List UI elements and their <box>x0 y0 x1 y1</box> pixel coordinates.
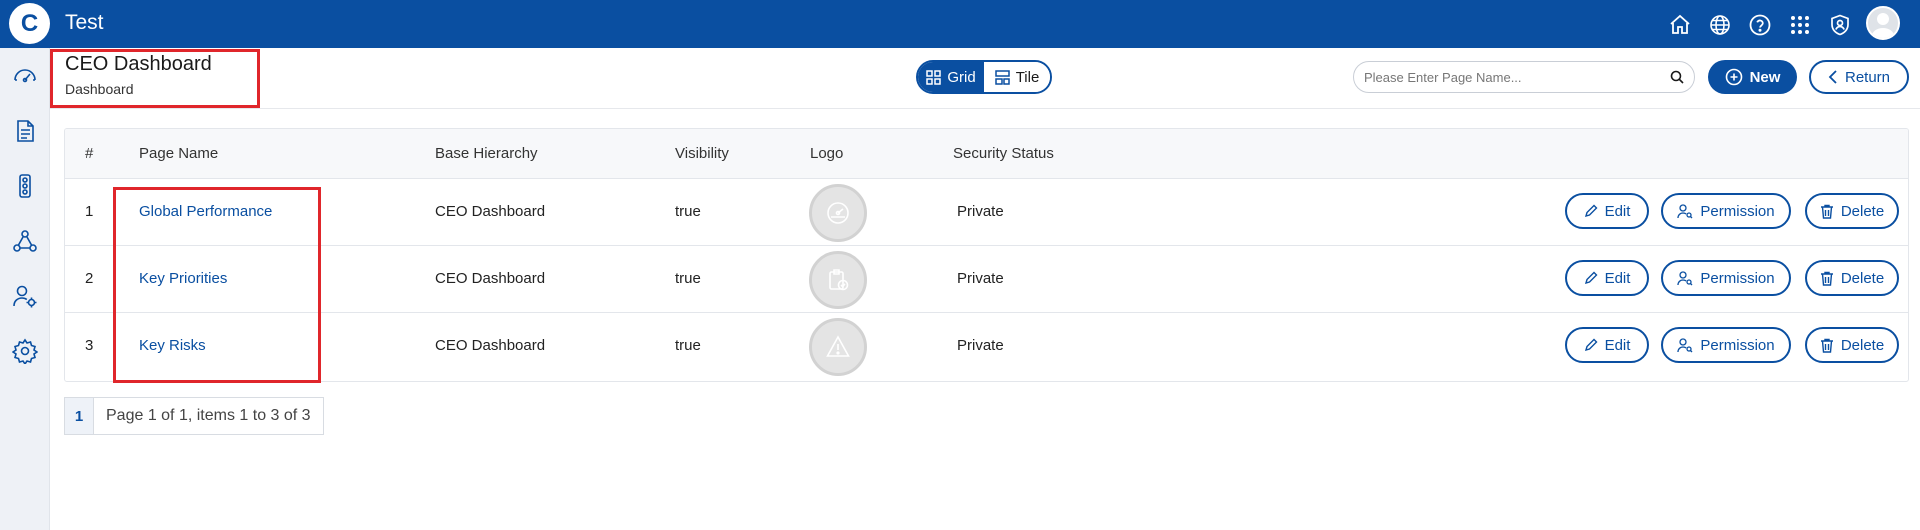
visibility-value: true <box>675 337 701 354</box>
traffic-light-icon[interactable] <box>12 173 38 199</box>
edit-button-label: Edit <box>1604 202 1631 220</box>
new-button[interactable]: New <box>1708 60 1797 94</box>
permission-button-label: Permission <box>1700 269 1775 287</box>
visibility-value: true <box>675 203 701 220</box>
pagination-info: Page 1 of 1, items 1 to 3 of 3 <box>94 397 324 435</box>
delete-button[interactable]: Delete <box>1805 193 1899 229</box>
pencil-icon <box>1584 271 1598 285</box>
return-button-label: Return <box>1844 68 1891 86</box>
column-header-visibility[interactable]: Visibility <box>675 145 729 162</box>
warning-triangle-logo-icon <box>809 318 867 376</box>
sidebar <box>0 48 50 530</box>
table-header: # Page Name Base Hierarchy Visibility Lo… <box>65 129 1908 179</box>
apps-grid-icon[interactable] <box>1786 11 1814 39</box>
dashboard-gauge-icon[interactable] <box>12 62 38 88</box>
user-key-icon <box>1677 271 1693 286</box>
page-number-button[interactable]: 1 <box>64 397 94 435</box>
app-logo[interactable]: C <box>9 3 50 44</box>
page-search <box>1353 61 1695 93</box>
base-hierarchy: CEO Dashboard <box>435 337 546 354</box>
trash-icon <box>1820 204 1833 219</box>
pagination: 1 Page 1 of 1, items 1 to 3 of 3 <box>64 397 324 435</box>
page-title: CEO Dashboard <box>65 53 212 75</box>
shield-user-icon[interactable] <box>1826 11 1854 39</box>
delete-button[interactable]: Delete <box>1805 327 1899 363</box>
document-icon[interactable] <box>12 118 38 144</box>
permission-button-label: Permission <box>1700 336 1775 354</box>
column-header-security-status[interactable]: Security Status <box>953 145 1054 162</box>
trash-icon <box>1820 338 1833 353</box>
return-button[interactable]: Return <box>1809 60 1909 94</box>
pencil-icon <box>1584 204 1598 218</box>
table-row: 2 Key Priorities CEO Dashboard true Priv… <box>65 246 1908 313</box>
settings-gear-icon[interactable] <box>12 338 38 364</box>
column-header-logo: Logo <box>810 145 844 162</box>
trash-icon <box>1820 271 1833 286</box>
edit-button-label: Edit <box>1604 336 1631 354</box>
permission-button[interactable]: Permission <box>1661 193 1791 229</box>
home-icon[interactable] <box>1666 11 1694 39</box>
permission-button-label: Permission <box>1700 202 1775 220</box>
edit-button[interactable]: Edit <box>1565 327 1649 363</box>
pencil-icon <box>1584 338 1598 352</box>
app-logo-letter: C <box>20 9 39 37</box>
chevron-left-icon <box>1828 70 1837 84</box>
row-number: 2 <box>85 270 94 287</box>
column-header-base-hierarchy[interactable]: Base Hierarchy <box>435 145 538 162</box>
page-header: CEO Dashboard Dashboard Grid Tile New Re… <box>50 48 1920 109</box>
page-name-link[interactable]: Key Risks <box>139 337 206 354</box>
base-hierarchy: CEO Dashboard <box>435 270 546 287</box>
row-number: 1 <box>85 203 94 220</box>
search-icon[interactable] <box>1670 70 1684 84</box>
user-key-icon <box>1677 338 1693 353</box>
gauge-logo-icon <box>809 184 867 242</box>
edit-button[interactable]: Edit <box>1565 193 1649 229</box>
table-row: 1 Global Performance CEO Dashboard true … <box>65 179 1908 246</box>
user-settings-icon[interactable] <box>12 283 38 309</box>
base-hierarchy: CEO Dashboard <box>435 203 546 220</box>
pages-table: # Page Name Base Hierarchy Visibility Lo… <box>64 128 1909 382</box>
edit-button-label: Edit <box>1604 269 1631 287</box>
new-button-label: New <box>1749 68 1781 86</box>
top-bar: C Test <box>0 0 1920 48</box>
view-grid-label: Grid <box>947 68 976 86</box>
grid-icon <box>926 69 942 85</box>
security-status: Private <box>957 270 1004 287</box>
page-name-link[interactable]: Global Performance <box>139 203 272 220</box>
view-toggle: Grid Tile <box>916 60 1052 94</box>
page-subtitle: Dashboard <box>65 81 134 97</box>
search-input[interactable] <box>1364 69 1670 85</box>
column-header-page-name[interactable]: Page Name <box>139 145 218 162</box>
triangle-people-icon[interactable] <box>12 228 38 254</box>
globe-icon[interactable] <box>1706 11 1734 39</box>
clipboard-check-logo-icon <box>809 251 867 309</box>
permission-button[interactable]: Permission <box>1661 327 1791 363</box>
view-tile-button[interactable]: Tile <box>984 62 1050 92</box>
help-icon[interactable] <box>1746 11 1774 39</box>
app-title: Test <box>65 11 104 34</box>
table-row: 3 Key Risks CEO Dashboard true Private E… <box>65 313 1908 380</box>
column-header-number: # <box>85 145 94 162</box>
tile-icon <box>994 69 1010 85</box>
row-number: 3 <box>85 337 94 354</box>
view-grid-button[interactable]: Grid <box>918 62 984 92</box>
visibility-value: true <box>675 270 701 287</box>
user-avatar-icon[interactable] <box>1866 6 1900 40</box>
delete-button-label: Delete <box>1840 202 1885 220</box>
edit-button[interactable]: Edit <box>1565 260 1649 296</box>
page-name-link[interactable]: Key Priorities <box>139 270 227 287</box>
security-status: Private <box>957 203 1004 220</box>
security-status: Private <box>957 337 1004 354</box>
delete-button-label: Delete <box>1840 336 1885 354</box>
user-key-icon <box>1677 204 1693 219</box>
view-tile-label: Tile <box>1015 68 1040 86</box>
permission-button[interactable]: Permission <box>1661 260 1791 296</box>
delete-button-label: Delete <box>1840 269 1885 287</box>
plus-circle-icon <box>1725 68 1742 86</box>
delete-button[interactable]: Delete <box>1805 260 1899 296</box>
